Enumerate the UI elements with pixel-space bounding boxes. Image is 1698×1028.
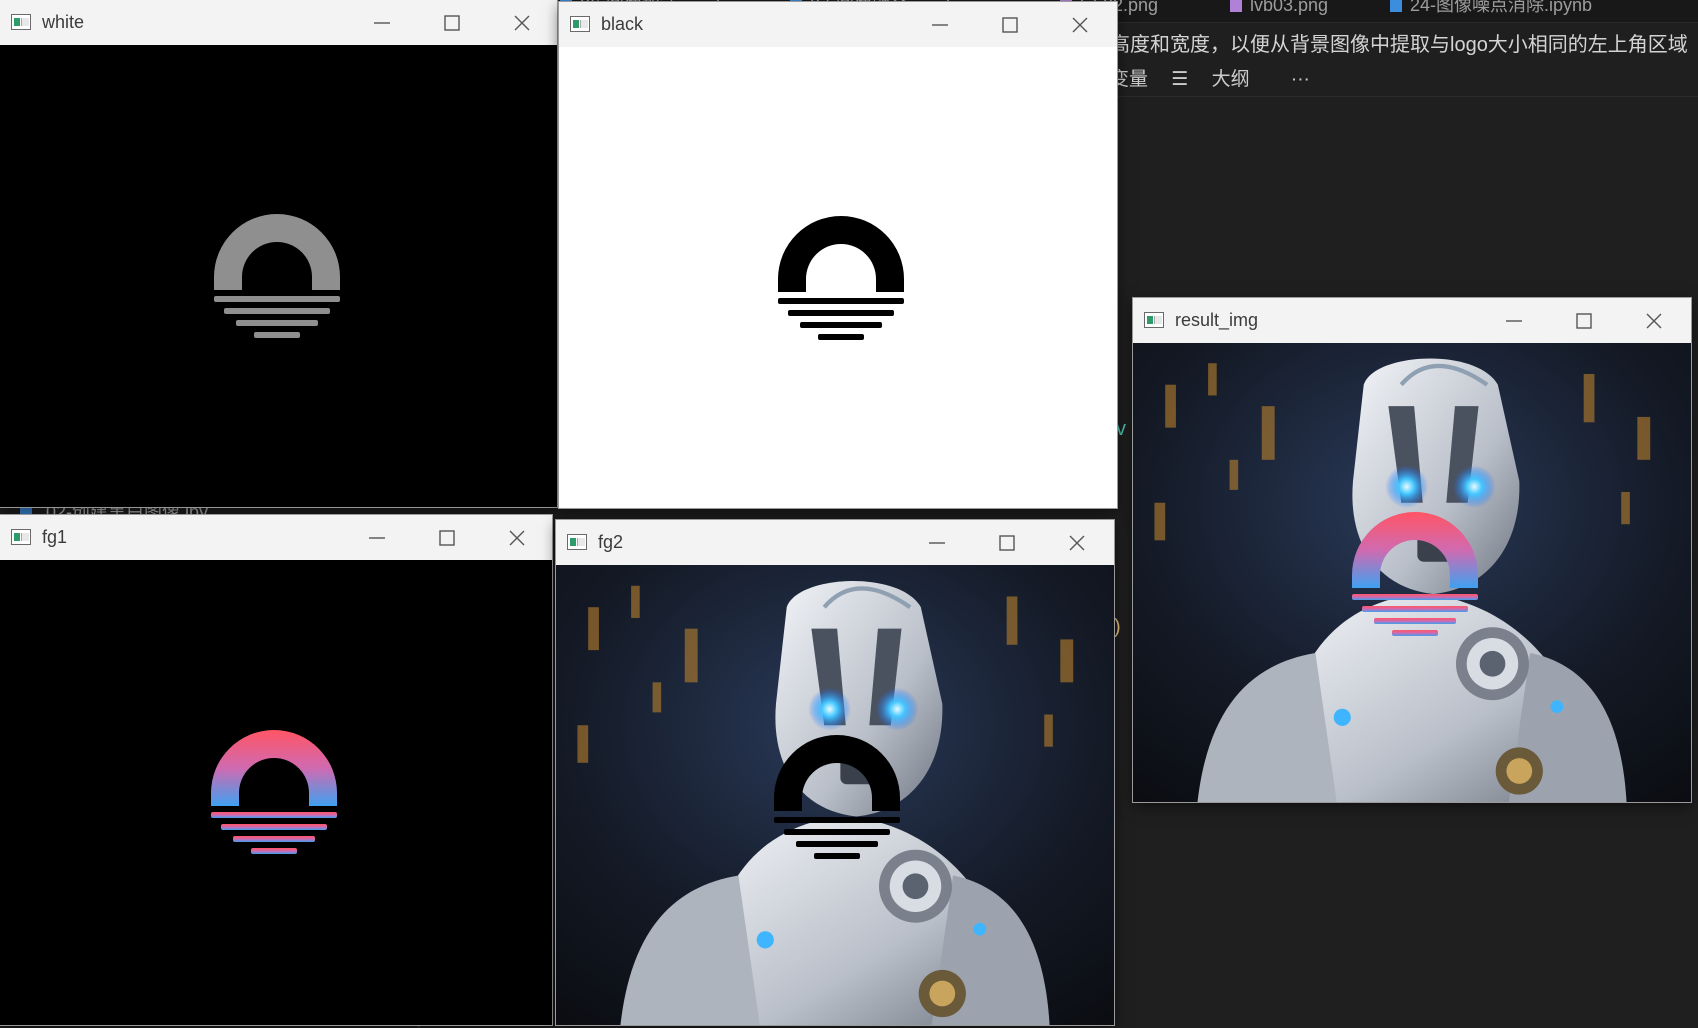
editor-tab-label: 24-图像噪点消除.ipynb <box>1410 0 1593 15</box>
maximize-button[interactable] <box>416 0 486 45</box>
code-fragment: v <box>1116 418 1126 440</box>
image-canvas <box>559 47 1117 508</box>
window-white[interactable]: white <box>0 0 557 507</box>
maximize-button[interactable] <box>974 2 1044 47</box>
editor-tab-label: lvb03.png <box>1250 0 1329 15</box>
image-canvas <box>0 45 557 507</box>
file-type-icon <box>1390 0 1402 13</box>
window-title: fg2 <box>598 532 624 552</box>
close-button[interactable] <box>1041 520 1111 565</box>
code-fragment: ) <box>1114 616 1121 638</box>
window-title: fg1 <box>42 527 68 547</box>
close-icon <box>1072 17 1088 33</box>
app-icon <box>11 529 31 545</box>
minimize-icon <box>932 24 948 26</box>
close-button[interactable] <box>1044 2 1114 47</box>
close-icon <box>509 530 525 546</box>
window-title: result_img <box>1175 310 1259 330</box>
image-canvas <box>1133 343 1691 802</box>
window-fg2[interactable]: fg2 <box>556 520 1114 1025</box>
minimize-icon <box>1506 320 1522 322</box>
logo-gray <box>212 212 342 342</box>
app-icon <box>11 14 31 30</box>
window-black[interactable]: black <box>559 2 1117 508</box>
title-bar[interactable]: result_img <box>1133 298 1691 343</box>
title-bar[interactable]: black <box>559 2 1117 47</box>
editor-tab[interactable]: 24-图像噪点消除.ipynb <box>1390 0 1592 22</box>
title-bar[interactable]: fg1 <box>0 515 552 560</box>
maximize-icon <box>439 530 455 546</box>
close-icon <box>1069 535 1085 551</box>
close-button[interactable] <box>1618 298 1688 343</box>
more-button[interactable]: ··· <box>1291 69 1310 90</box>
maximize-icon <box>1576 313 1592 329</box>
logo-gradient <box>209 728 339 858</box>
window-result-img[interactable]: result_img <box>1133 298 1691 802</box>
logo-black <box>772 733 902 863</box>
window-title: black <box>601 14 644 34</box>
minimize-icon <box>369 537 385 539</box>
maximize-button[interactable] <box>1548 298 1618 343</box>
maximize-icon <box>444 15 460 31</box>
app-icon <box>570 16 590 32</box>
file-type-icon <box>1230 0 1242 13</box>
logo-gradient <box>1350 510 1480 640</box>
app-icon <box>1144 312 1164 328</box>
list-icon: ☰ <box>1171 69 1194 90</box>
close-icon <box>514 15 530 31</box>
image-canvas <box>0 560 552 1025</box>
app-icon <box>567 534 587 550</box>
minimize-icon <box>374 22 390 24</box>
maximize-button[interactable] <box>411 515 481 560</box>
outline-button[interactable]: ☰ 大纲 <box>1171 69 1267 90</box>
image-canvas <box>556 565 1114 1025</box>
editor-toolbar: 变量 ☰ 大纲 ··· <box>1110 64 1328 91</box>
minimize-button[interactable] <box>341 515 411 560</box>
close-button[interactable] <box>481 515 551 560</box>
minimize-button[interactable] <box>904 2 974 47</box>
maximize-icon <box>999 535 1015 551</box>
maximize-icon <box>1002 17 1018 33</box>
minimize-button[interactable] <box>901 520 971 565</box>
title-bar[interactable]: white <box>0 0 557 45</box>
divider <box>1110 96 1698 97</box>
minimize-icon <box>929 542 945 544</box>
window-fg1[interactable]: fg1 <box>0 515 552 1025</box>
minimize-button[interactable] <box>1478 298 1548 343</box>
close-button[interactable] <box>486 0 556 45</box>
close-icon <box>1646 313 1662 329</box>
window-title: white <box>42 12 85 32</box>
minimize-button[interactable] <box>346 0 416 45</box>
maximize-button[interactable] <box>971 520 1041 565</box>
title-bar[interactable]: fg2 <box>556 520 1114 565</box>
editor-tab[interactable]: lvb03.png <box>1230 0 1328 22</box>
markdown-text: 高度和宽度，以便从背景图像中提取与logo大小相同的左上角区域（R <box>1110 34 1698 56</box>
logo-black <box>776 214 906 344</box>
